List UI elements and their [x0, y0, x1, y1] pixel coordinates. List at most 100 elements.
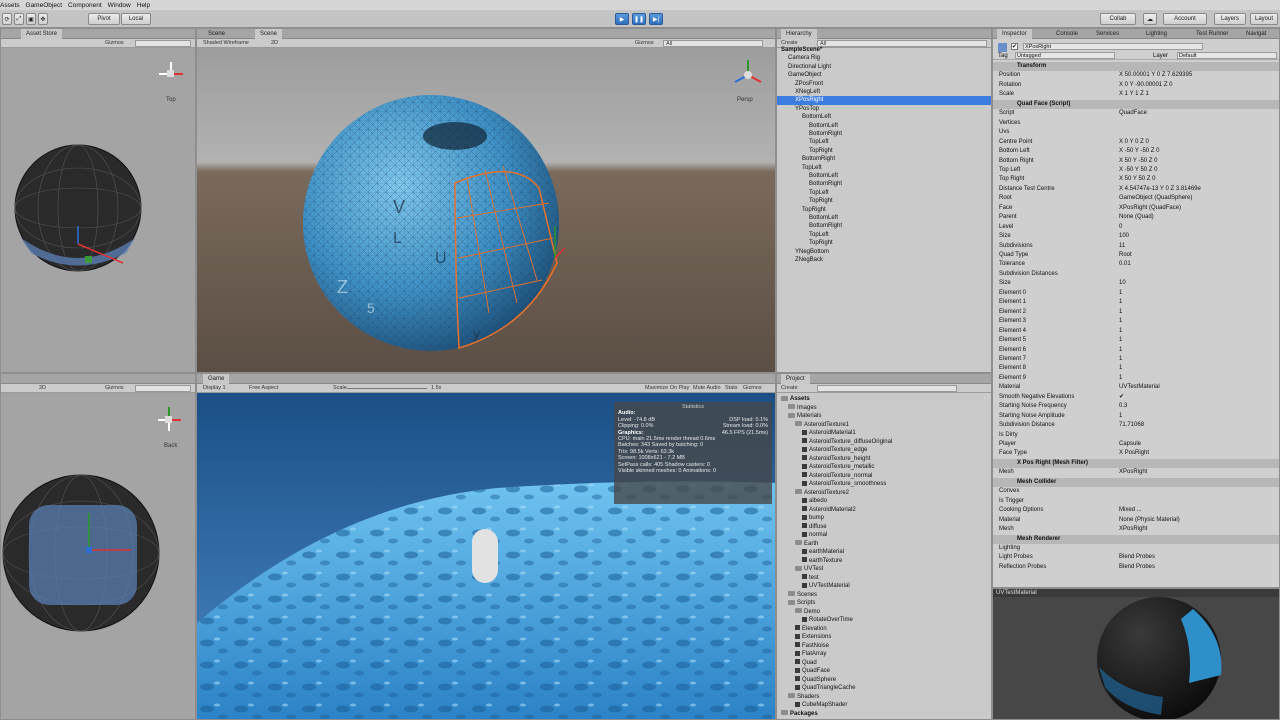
property-row[interactable]: Face XPosRight (QuadFace) [993, 204, 1279, 213]
aspect-dropdown[interactable]: Free Aspect [249, 385, 278, 391]
property-value-field[interactable]: ✔ [1119, 393, 1279, 402]
project-asset[interactable]: albedo [777, 497, 991, 505]
property-row[interactable]: Subdivision Distance 71.71068 [993, 421, 1279, 430]
property-value-field[interactable]: 1 [1119, 308, 1279, 317]
property-row[interactable]: Quad Type Root [993, 251, 1279, 260]
property-value-field[interactable]: Root [1119, 251, 1279, 260]
gizmos-dropdown[interactable]: Gizmos [105, 385, 124, 391]
layer-dropdown[interactable]: Default [1177, 52, 1277, 59]
hierarchy-item[interactable]: XPosRight [777, 96, 991, 105]
hierarchy-item[interactable]: BottomRight [777, 130, 991, 138]
component-header[interactable]: Quad Face (Script) [993, 99, 1279, 110]
hierarchy-item[interactable]: GameObject [777, 71, 991, 79]
component-header[interactable]: Transform [993, 62, 1279, 72]
property-value-field[interactable]: 1 [1119, 364, 1279, 373]
2d-toggle[interactable]: 2D [39, 385, 46, 391]
menu-assets[interactable]: Assets [0, 2, 20, 9]
hierarchy-item[interactable]: SampleScene* [777, 46, 991, 54]
component-header[interactable]: Mesh Collider [993, 477, 1279, 488]
property-value-field[interactable]: 1 [1119, 289, 1279, 298]
project-asset[interactable]: diffuse [777, 523, 991, 531]
property-row[interactable]: Size 10 [993, 279, 1279, 288]
menu-window[interactable]: Window [108, 2, 131, 9]
property-row[interactable]: Light Probes Blend Probes [993, 553, 1279, 562]
rotate-tool-icon[interactable]: ⟳ [2, 13, 12, 25]
property-row[interactable]: Element 6 1 [993, 346, 1279, 355]
property-value-field[interactable]: 1 [1119, 355, 1279, 364]
step-button[interactable]: ▶| [649, 13, 663, 25]
project-asset[interactable]: AsteroidTexture_normal [777, 472, 991, 480]
project-asset[interactable]: RotateOverTime [777, 616, 991, 624]
property-row[interactable]: Face Type X PosRight [993, 449, 1279, 458]
property-row[interactable]: Top Right X 50 Y 50 Z 0 [993, 175, 1279, 184]
local-toggle-button[interactable]: Local [121, 13, 151, 25]
project-folder[interactable]: Earth [777, 540, 991, 548]
hierarchy-item[interactable]: TopLeft [777, 189, 991, 197]
property-value-field[interactable]: None (Physic Material) [1119, 516, 1279, 525]
scale-slider[interactable] [347, 388, 427, 389]
property-row[interactable]: Tolerance 0.01 [993, 260, 1279, 269]
project-asset[interactable]: FastNoise [777, 642, 991, 650]
hierarchy-item[interactable]: YNegBottom [777, 248, 991, 256]
property-row[interactable]: Material None (Physic Material) [993, 516, 1279, 525]
tab-hierarchy[interactable]: Hierarchy [781, 29, 817, 39]
tab-asset-store[interactable]: Asset Store [21, 29, 63, 39]
property-value-field[interactable]: 1 [1119, 336, 1279, 345]
property-row[interactable]: Cooking Options Mixed ... [993, 506, 1279, 515]
project-folder[interactable]: Packages [777, 710, 991, 718]
stats-toggle[interactable]: Stats [725, 385, 738, 391]
property-value-field[interactable]: XPosRight [1119, 468, 1279, 477]
hierarchy-item[interactable]: XNegLeft [777, 88, 991, 96]
project-asset[interactable]: test [777, 574, 991, 582]
property-row[interactable]: Element 5 1 [993, 336, 1279, 345]
hierarchy-item[interactable]: TopLeft [777, 164, 991, 172]
property-row[interactable]: Mesh XPosRight [993, 468, 1279, 477]
project-asset[interactable]: normal [777, 531, 991, 539]
property-row[interactable]: Starting Noise Amplitude 1 [993, 412, 1279, 421]
property-value-field[interactable]: X 50.00001 Y 0 Z 7.629395 [1119, 71, 1279, 80]
property-row[interactable]: Is Trigger [993, 497, 1279, 506]
scene-search-input[interactable]: All [663, 40, 763, 47]
hierarchy-item[interactable]: Directional Light [777, 63, 991, 71]
property-value-field[interactable]: Blend Probes [1119, 563, 1279, 572]
hierarchy-item[interactable]: TopLeft [777, 231, 991, 239]
pause-button[interactable]: ❚❚ [632, 13, 646, 25]
mute-audio-toggle[interactable]: Mute Audio [693, 385, 721, 391]
property-row[interactable]: Distance Test Centre X 4.54747e-13 Y 0 Z … [993, 185, 1279, 194]
pivot-toggle-button[interactable]: Pivot [88, 13, 120, 25]
object-name-input[interactable]: XPosRight [1023, 43, 1203, 50]
property-row[interactable]: Subdivisions 11 [993, 242, 1279, 251]
property-row[interactable]: Element 2 1 [993, 308, 1279, 317]
property-value-field[interactable]: 1 [1119, 412, 1279, 421]
layout-dropdown[interactable]: Layout [1250, 13, 1278, 25]
property-row[interactable]: Element 1 1 [993, 298, 1279, 307]
hierarchy-item[interactable]: ZPosFront [777, 80, 991, 88]
create-dropdown[interactable]: Create [781, 385, 798, 391]
tab-scene-1[interactable]: Scene [203, 29, 230, 39]
project-folder[interactable]: Scripts [777, 599, 991, 607]
project-folder[interactable]: Shaders [777, 693, 991, 701]
property-row[interactable]: Element 3 1 [993, 317, 1279, 326]
property-row[interactable]: Position X 50.00001 Y 0 Z 7.629395 [993, 71, 1279, 80]
property-value-field[interactable]: X 1 Y 1 Z 1 [1119, 90, 1279, 99]
tab-project[interactable]: Project [781, 374, 810, 384]
hierarchy-item[interactable]: BottomLeft [777, 172, 991, 180]
property-value-field[interactable]: 1 [1119, 298, 1279, 307]
project-asset[interactable]: AsteroidTexture_diffuseOriginal [777, 438, 991, 446]
property-row[interactable]: Material UVTestMaterial [993, 383, 1279, 392]
project-asset[interactable]: AsteroidMaterial2 [777, 506, 991, 514]
hierarchy-item[interactable]: TopLeft [777, 138, 991, 146]
hierarchy-item[interactable]: TopRight [777, 197, 991, 205]
hierarchy-item[interactable]: BottomRight [777, 222, 991, 230]
property-row[interactable]: Script QuadFace [993, 109, 1279, 118]
orientation-gizmo[interactable] [158, 407, 181, 431]
hierarchy-item[interactable]: ZNegBack [777, 256, 991, 264]
menu-gameobject[interactable]: GameObject [26, 2, 63, 9]
property-value-field[interactable]: X 50 Y -50 Z 0 [1119, 157, 1279, 166]
property-row[interactable]: Subdivision Distances [993, 270, 1279, 279]
project-search-input[interactable] [817, 385, 957, 392]
scale-tool-icon[interactable]: ⤢ [14, 13, 24, 25]
property-value-field[interactable]: UVTestMaterial [1119, 383, 1279, 392]
property-row[interactable]: Rotation X 0 Y -90.00001 Z 0 [993, 81, 1279, 90]
property-row[interactable]: Mesh XPosRight [993, 525, 1279, 534]
